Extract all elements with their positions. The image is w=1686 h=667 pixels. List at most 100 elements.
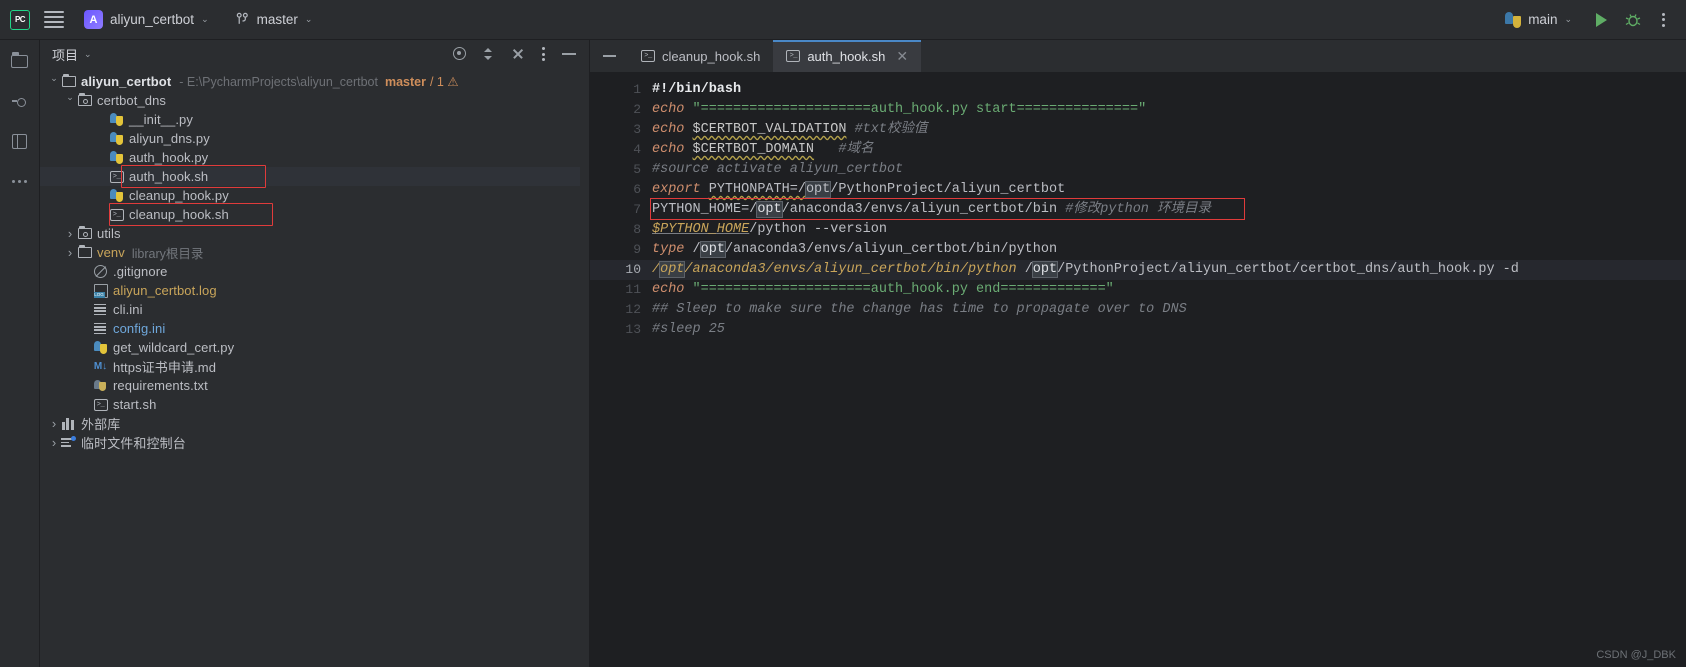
- gutter-line-1[interactable]: 1: [590, 80, 664, 100]
- tree-item-venv[interactable]: venv library根目录: [40, 243, 589, 262]
- tree-item-label: __init__.py: [129, 112, 193, 127]
- code-line-9[interactable]: type /opt/anaconda3/envs/aliyun_certbot/…: [650, 240, 1686, 260]
- folder-icon: [61, 73, 76, 87]
- tree-item-icon: [92, 265, 109, 278]
- chevron-right-icon[interactable]: [64, 245, 76, 260]
- tree-item-https.md[interactable]: M↓ https证书申请.md: [40, 357, 589, 376]
- gutter-line-6[interactable]: 6: [590, 180, 650, 200]
- branch-icon: [236, 12, 248, 24]
- tree-item-cleanup_hook.py[interactable]: cleanup_hook.py: [40, 186, 589, 205]
- tree-item-[interactable]: 外部库: [40, 414, 589, 433]
- gutter-line-11[interactable]: 11: [590, 280, 650, 300]
- code-line-6[interactable]: export PYTHONPATH=/opt/PythonProject/ali…: [650, 180, 1686, 200]
- gutter-line-5[interactable]: 5: [590, 160, 650, 180]
- gutter-line-13[interactable]: 13: [590, 320, 650, 340]
- editor-tab-cleanup-hook-sh[interactable]: >_ cleanup_hook.sh: [628, 40, 774, 72]
- code-line-3[interactable]: echo $CERTBOT_VALIDATION #txt校验值: [650, 120, 1686, 140]
- gutter-line-8[interactable]: 8: [590, 220, 650, 240]
- chevron-down-icon[interactable]: [48, 76, 60, 87]
- tree-item-get_wildcard_cert.py[interactable]: get_wildcard_cert.py: [40, 338, 589, 357]
- project-options-button[interactable]: [539, 44, 548, 64]
- gutter-line-2[interactable]: 2: [590, 100, 650, 120]
- code-line-5[interactable]: #source activate aliyun_certbot: [650, 160, 1686, 180]
- gutter-line-10[interactable]: 10: [590, 260, 650, 280]
- code-viewport[interactable]: 1 2 3 4 5 6 7 8 9 10 11 12 13 #!/bin/bash echo "=====…: [590, 72, 1686, 667]
- select-opened-file-button[interactable]: [452, 46, 468, 62]
- code-line-11[interactable]: echo "=====================auth_hook.py …: [650, 280, 1686, 300]
- tree-item-icon: [108, 150, 125, 165]
- commit-tool-button[interactable]: [9, 90, 31, 112]
- tree-item-__init__.py[interactable]: __init__.py: [40, 110, 589, 129]
- tree-item-icon: [108, 131, 125, 146]
- tree-item-.gitignore[interactable]: .gitignore: [40, 262, 589, 281]
- tree-item-label: cleanup_hook.sh: [129, 207, 229, 222]
- gutter-line-12[interactable]: 12: [590, 300, 650, 320]
- more-tool-button[interactable]: [9, 170, 31, 192]
- code-line-13[interactable]: #sleep 25: [650, 320, 1686, 340]
- code-line-1[interactable]: #!/bin/bash: [650, 80, 1686, 100]
- project-file-tree[interactable]: aliyun_certbot - E:\PycharmProjects\aliyu…: [40, 68, 589, 667]
- expand-all-button[interactable]: [481, 46, 497, 62]
- code-line-8[interactable]: $PYTHON_HOME/python --version: [650, 220, 1686, 240]
- tree-item-label: 外部库: [81, 417, 121, 432]
- more-actions-button[interactable]: [1659, 10, 1668, 30]
- tree-item-[interactable]: 临时文件和控制台: [40, 433, 589, 452]
- gutter-line-7[interactable]: 7: [590, 200, 650, 220]
- source-folder-icon: [77, 92, 92, 106]
- hide-panel-button[interactable]: [561, 46, 577, 62]
- tree-item-aliyun_dns.py[interactable]: aliyun_dns.py: [40, 129, 589, 148]
- gutter-line-9[interactable]: 9: [590, 240, 732, 260]
- chevron-down-icon[interactable]: ⌄: [84, 49, 92, 60]
- tree-item-label: cli.ini: [113, 302, 143, 317]
- tree-item-start.sh[interactable]: >_ start.sh: [40, 395, 589, 414]
- chevron-right-icon[interactable]: [64, 226, 76, 241]
- gutter-line-3[interactable]: 3: [590, 120, 650, 140]
- code-line-10[interactable]: /opt/anaconda3/envs/aliyun_certbot/bin/p…: [650, 260, 1686, 280]
- tree-item-label: config.ini: [113, 321, 166, 336]
- chevron-down-icon: ⌄: [1564, 14, 1572, 24]
- tree-item-utils[interactable]: utils: [40, 224, 589, 243]
- tree-item-aliyun_certbot.log[interactable]: LOG aliyun_certbot.log: [40, 281, 589, 300]
- project-tool-window: 项目 ⌄ aliyun_certbot - E:\PycharmProjects\…: [40, 40, 590, 667]
- code-line-4[interactable]: echo $CERTBOT_DOMAIN #域名: [650, 140, 1686, 160]
- search-occurrence: opt: [804, 181, 832, 198]
- chevron-right-icon[interactable]: [48, 416, 60, 431]
- collapse-all-button[interactable]: [510, 46, 526, 62]
- code-content[interactable]: #!/bin/bash echo "=====================au…: [650, 72, 1686, 667]
- tree-item-label: get_wildcard_cert.py: [113, 340, 235, 355]
- structure-tool-button[interactable]: [9, 130, 31, 152]
- project-tool-button[interactable]: [9, 50, 31, 72]
- gutter-line-4[interactable]: 4: [590, 140, 650, 160]
- run-configuration-selector[interactable]: main ⌄: [1499, 9, 1578, 31]
- project-selector[interactable]: A aliyun_certbot ⌄: [78, 7, 215, 32]
- project-avatar: A: [84, 10, 103, 29]
- line-number-gutter[interactable]: 1 2 3 4 5 6 7 8 9 10 11 12 13: [590, 72, 732, 667]
- editor-tab-auth-hook-sh[interactable]: >_ auth_hook.sh ✕: [773, 40, 922, 72]
- tree-item-cleanup_hook.sh[interactable]: >_ cleanup_hook.sh: [40, 205, 589, 224]
- debug-button[interactable]: [1625, 12, 1641, 28]
- library-root-label: library根目录: [131, 247, 204, 261]
- requirements-file-icon: [93, 379, 108, 393]
- tree-item-cli.ini[interactable]: cli.ini: [40, 300, 589, 319]
- tree-item-auth_hook.py[interactable]: auth_hook.py: [40, 148, 589, 167]
- branch-selector[interactable]: master ⌄: [229, 9, 319, 30]
- hide-tabs-button[interactable]: [590, 40, 628, 72]
- tree-item-icon: >_: [108, 170, 125, 183]
- tree-item-auth_hook.sh[interactable]: >_ auth_hook.sh: [40, 167, 580, 186]
- code-line-12[interactable]: ## Sleep to make sure the change has tim…: [650, 300, 1686, 320]
- code-line-2[interactable]: echo "=====================auth_hook.py …: [650, 100, 1686, 120]
- watermark-label: CSDN @J_DBK: [1596, 649, 1676, 661]
- tree-item-certbot_dns[interactable]: certbot_dns: [40, 91, 589, 110]
- close-icon[interactable]: ✕: [896, 49, 908, 63]
- code-line-7[interactable]: PYTHON_HOME=/opt/anaconda3/envs/aliyun_c…: [650, 200, 1686, 220]
- scratches-icon: [61, 436, 76, 449]
- run-button[interactable]: [1596, 12, 1607, 27]
- tree-item-config.ini[interactable]: config.ini: [40, 319, 589, 338]
- main-menu-icon[interactable]: [44, 11, 64, 28]
- chevron-right-icon[interactable]: [48, 435, 60, 450]
- tree-item-requirements.txt[interactable]: requirements.txt: [40, 376, 589, 395]
- chevron-down-icon[interactable]: [64, 95, 76, 106]
- tree-item-icon: [92, 303, 109, 316]
- tree-item-aliyun_certbot[interactable]: aliyun_certbot - E:\PycharmProjects\aliyu…: [40, 72, 589, 91]
- shell-file-icon: >_: [93, 398, 108, 411]
